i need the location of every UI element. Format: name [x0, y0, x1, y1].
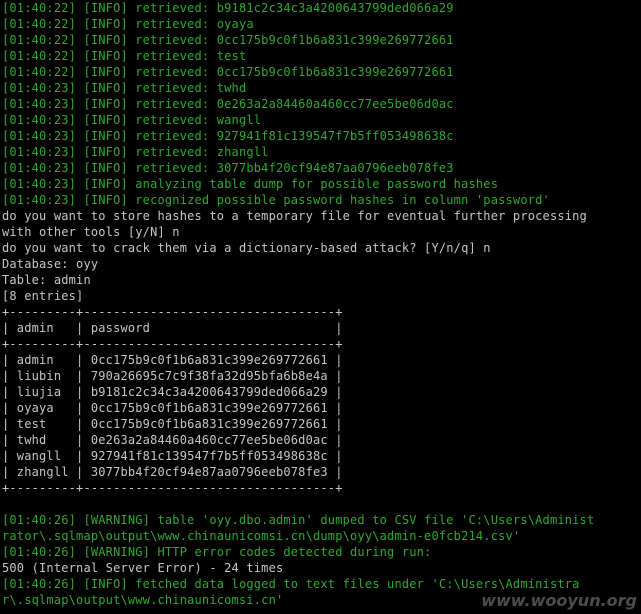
terminal-line: [01:40:22] [INFO] retrieved: 0cc175b9c0f…	[2, 65, 454, 79]
terminal-line: [01:40:26] [WARNING] HTTP error codes de…	[2, 545, 432, 559]
terminal-line: | admin | password |	[2, 321, 343, 335]
terminal-line: [01:40:23] [INFO] recognized possible pa…	[2, 193, 550, 207]
terminal-line: | twhd | 0e263a2a84460a460cc77ee5be06d0a…	[2, 433, 343, 447]
terminal-line: | test | 0cc175b9c0f1b6a831c399e26977266…	[2, 417, 343, 431]
terminal-line: [01:40:22] [INFO] retrieved: 0cc175b9c0f…	[2, 33, 454, 47]
terminal-window[interactable]: [01:40:22] [INFO] retrieved: b9181c2c34c…	[0, 0, 641, 614]
terminal-line: | wangll | 927941f81c139547f7b5ff0534986…	[2, 449, 343, 463]
watermark: www.wooyun.org	[481, 591, 637, 610]
terminal-line: [01:40:22] [INFO] retrieved: b9181c2c34c…	[2, 1, 454, 15]
terminal-line: [01:40:23] [INFO] retrieved: zhangll	[2, 145, 269, 159]
terminal-line: 500 (Internal Server Error) - 24 times	[2, 561, 284, 575]
terminal-line: [01:40:22] [INFO] retrieved: test	[2, 49, 247, 63]
terminal-line: +---------+-----------------------------…	[2, 305, 343, 319]
terminal-line: | zhangll | 3077bb4f20cf94e87aa0796eeb07…	[2, 465, 343, 479]
terminal-line: rator\.sqlmap\output\www.chinaunicomsi.c…	[2, 529, 521, 543]
terminal-line: | liubin | 790a26695c7c9f38fa32d95bfa6b8…	[2, 369, 343, 383]
terminal-line: [01:40:23] [INFO] retrieved: 0e263a2a844…	[2, 97, 454, 111]
terminal-line: [01:40:23] [INFO] retrieved: twhd	[2, 81, 247, 95]
terminal-line: [01:40:23] [INFO] retrieved: 927941f81c1…	[2, 129, 454, 143]
terminal-line: | admin | 0cc175b9c0f1b6a831c399e2697726…	[2, 353, 343, 367]
terminal-line: | oyaya | 0cc175b9c0f1b6a831c399e2697726…	[2, 401, 343, 415]
terminal-line: [01:40:22] [INFO] retrieved: oyaya	[2, 17, 254, 31]
terminal-line: do you want to store hashes to a tempora…	[2, 209, 587, 223]
terminal-line: | liujia | b9181c2c34c3a4200643799ded066…	[2, 385, 343, 399]
terminal-line: [01:40:23] [INFO] retrieved: wangll	[2, 113, 262, 127]
terminal-line: Database: oyy	[2, 257, 99, 271]
terminal-line: +---------+-----------------------------…	[2, 481, 343, 495]
terminal-line: [01:40:23] [INFO] retrieved: 3077bb4f20c…	[2, 161, 454, 175]
terminal-line: +---------+-----------------------------…	[2, 337, 343, 351]
terminal-line: do you want to crack them via a dictiona…	[2, 241, 491, 255]
terminal-line: [01:40:26] [WARNING] table 'oyy.dbo.admi…	[2, 513, 595, 527]
terminal-line: [01:40:26] [INFO] fetched data logged to…	[2, 577, 580, 591]
terminal-line: with other tools [y/N] n	[2, 225, 180, 239]
terminal-line: [01:40:23] [INFO] analyzing table dump f…	[2, 177, 499, 191]
terminal-line: [8 entries]	[2, 289, 84, 303]
terminal-line: Table: admin	[2, 273, 91, 287]
